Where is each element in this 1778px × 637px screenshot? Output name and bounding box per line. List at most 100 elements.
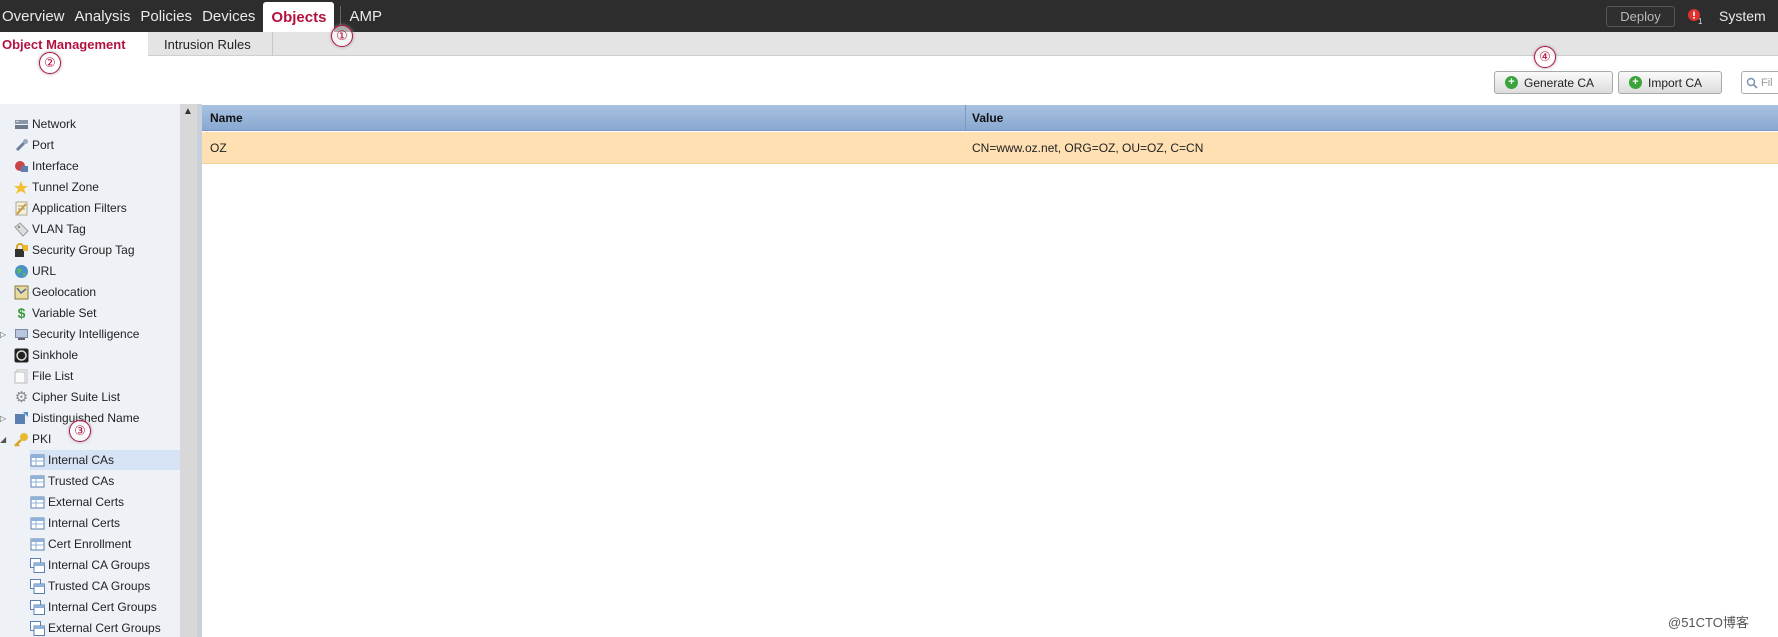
nav-objects[interactable]: Objects	[263, 2, 335, 32]
security-group-tag-icon	[15, 242, 28, 257]
expand-arrow-icon[interactable]: ▷	[0, 330, 14, 339]
sidebar-item-pki[interactable]: ◢ PKI	[0, 429, 51, 449]
sidebar-item-label: Internal CA Groups	[48, 558, 151, 572]
sidebar-item-external-cert-groups[interactable]: External Cert Groups	[30, 618, 161, 637]
sidebar-item-label: Security Intelligence	[32, 327, 140, 341]
sidebar-item-label: URL	[32, 264, 57, 278]
system-menu[interactable]: System	[1719, 8, 1766, 24]
sidebar-item-label: Cipher Suite List	[32, 390, 121, 404]
sidebar-item-label: Internal Cert Groups	[48, 600, 157, 614]
nav-devices[interactable]: Devices	[200, 0, 263, 32]
sidebar-item-internal-cert-groups[interactable]: Internal Cert Groups	[30, 597, 157, 617]
import-ca-button[interactable]: + Import CA	[1618, 71, 1722, 94]
scroll-up-arrow-icon[interactable]: ▲	[183, 106, 193, 117]
sidebar-item-trusted-ca-groups[interactable]: Trusted CA Groups	[30, 576, 150, 596]
deploy-button[interactable]: Deploy	[1606, 6, 1675, 27]
sidebar-item-label: External Cert Groups	[48, 621, 161, 635]
network-icon	[15, 119, 28, 129]
sidebar-item-label: Cert Enrollment	[48, 537, 132, 551]
alert-count-badge: 1	[1698, 17, 1703, 26]
sidebar-item-port[interactable]: Port	[14, 135, 54, 155]
sidebar-item-cert-enrollment[interactable]: Cert Enrollment	[30, 534, 131, 554]
tunnel-zone-icon	[14, 180, 28, 194]
annotation-marker-2: ②	[39, 52, 61, 74]
interface-icon	[15, 160, 28, 172]
table-icon	[30, 538, 45, 550]
sidebar-item-application-filters[interactable]: Application Filters	[14, 198, 127, 218]
nav-analysis[interactable]: Analysis	[73, 0, 139, 32]
nav-divider	[340, 6, 342, 26]
sidebar-item-label: Port	[32, 138, 55, 152]
filter-input[interactable]: Fil	[1741, 71, 1778, 94]
sidebar-item-interface[interactable]: Interface	[14, 156, 79, 176]
sidebar-item-url[interactable]: URL	[14, 261, 56, 281]
expand-arrow-icon[interactable]: ▷	[0, 414, 14, 423]
sidebar-item-label: VLAN Tag	[32, 222, 86, 236]
sinkhole-icon	[14, 348, 29, 362]
sidebar-item-internal-cas[interactable]: Internal CAs	[30, 450, 180, 470]
sidebar-item-label: File List	[32, 369, 74, 383]
column-header-name[interactable]: Name	[210, 105, 243, 131]
sidebar-item-vlan-tag[interactable]: VLAN Tag	[14, 219, 86, 239]
tab-object-management[interactable]: Object Management	[0, 32, 148, 57]
gear-icon: ⚙	[14, 388, 29, 406]
search-icon	[1746, 77, 1758, 89]
collapse-arrow-icon[interactable]: ◢	[0, 435, 14, 444]
sidebar-item-label: Application Filters	[32, 201, 127, 215]
panel-divider	[197, 104, 202, 637]
add-icon: +	[1629, 76, 1642, 89]
sidebar-item-network[interactable]: Network	[14, 114, 76, 134]
nav-overview[interactable]: Overview	[0, 0, 73, 32]
top-navigation-bar: Overview Analysis Policies Devices Objec…	[0, 0, 1778, 32]
sidebar-item-label: Sinkhole	[32, 348, 79, 362]
sidebar-item-label: External Certs	[48, 495, 125, 509]
cell-name: OZ	[210, 141, 227, 155]
sidebar-item-sinkhole[interactable]: Sinkhole	[14, 345, 78, 365]
table-icon	[30, 496, 45, 508]
sidebar-item-label: PKI	[32, 432, 52, 446]
annotation-marker-4: ④	[1534, 46, 1556, 68]
table-icon	[30, 454, 45, 466]
column-header-value[interactable]: Value	[972, 105, 1003, 131]
url-globe-icon	[15, 264, 28, 278]
sidebar-item-tunnel-zone[interactable]: Tunnel Zone	[14, 177, 99, 197]
nav-policies[interactable]: Policies	[138, 0, 200, 32]
group-table-icon	[30, 578, 45, 594]
group-table-icon	[30, 557, 45, 573]
generate-ca-button[interactable]: + Generate CA	[1494, 71, 1613, 94]
sidebar-item-label: Network	[32, 117, 77, 131]
cell-value: CN=www.oz.net, ORG=OZ, OU=OZ, C=CN	[972, 141, 1204, 155]
object-type-sidebar: Network Port Interface Tunnel Zone Appli…	[0, 104, 180, 637]
sidebar-item-internal-certs[interactable]: Internal Certs	[30, 513, 120, 533]
secondary-tab-bar: Object Management Intrusion Rules	[0, 32, 1778, 57]
file-list-icon	[14, 369, 28, 383]
annotation-marker-3: ③	[69, 420, 91, 442]
table-row[interactable]: OZ CN=www.oz.net, ORG=OZ, OU=OZ, C=CN	[202, 132, 1778, 164]
sidebar-item-trusted-cas[interactable]: Trusted CAs	[30, 471, 114, 491]
sidebar-item-security-intelligence[interactable]: ▷ Security Intelligence	[0, 324, 139, 344]
group-table-icon	[30, 599, 45, 615]
sidebar-item-label: Trusted CA Groups	[48, 579, 151, 593]
watermark: @51CTO博客	[1668, 615, 1749, 630]
tab-intrusion-rules[interactable]: Intrusion Rules	[148, 32, 273, 56]
sidebar-item-label: Geolocation	[32, 285, 97, 299]
port-icon	[15, 138, 28, 151]
sidebar-item-variable-set[interactable]: $ Variable Set	[14, 303, 97, 323]
sidebar-item-label: Variable Set	[32, 306, 97, 320]
application-filters-icon	[15, 201, 28, 215]
sidebar-scrollbar[interactable]	[180, 104, 197, 637]
import-ca-label: Import CA	[1648, 75, 1703, 90]
sidebar-item-geolocation[interactable]: Geolocation	[14, 282, 96, 302]
add-icon: +	[1505, 76, 1518, 89]
sidebar-item-label: Trusted CAs	[48, 474, 115, 488]
sidebar-item-security-group-tag[interactable]: Security Group Tag	[14, 240, 135, 260]
dollar-icon: $	[17, 304, 26, 321]
sidebar-item-external-certs[interactable]: External Certs	[30, 492, 124, 512]
sidebar-item-cipher-suite-list[interactable]: ⚙ Cipher Suite List	[14, 387, 120, 407]
nav-amp[interactable]: AMP	[347, 0, 390, 32]
sidebar-item-file-list[interactable]: File List	[14, 366, 73, 386]
sidebar-item-internal-ca-groups[interactable]: Internal CA Groups	[30, 555, 150, 575]
sidebar-item-label: Tunnel Zone	[32, 180, 99, 194]
column-divider[interactable]	[965, 105, 966, 131]
key-icon	[14, 432, 28, 447]
